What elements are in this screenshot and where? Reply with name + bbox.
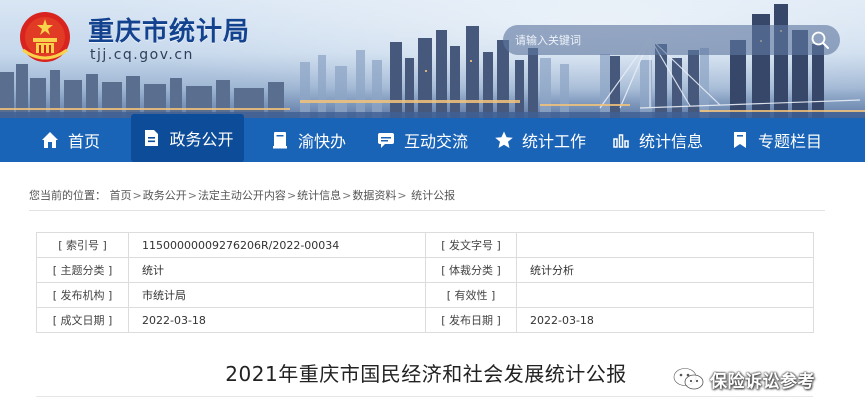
- breadcrumb-link-gov-affairs[interactable]: 政务公开: [143, 189, 187, 202]
- nav-label-gov-affairs: 政务公开: [169, 130, 234, 149]
- nav-item-stat-work[interactable]: 统计工作: [494, 118, 586, 162]
- meta-value-validity: [516, 282, 814, 308]
- meta-key-written-date: [ 成文日期 ]: [36, 307, 129, 333]
- table-row: [ 发布机构 ] 市统计局 [ 有效性 ]: [36, 282, 814, 308]
- meta-value-doc-no: [516, 232, 814, 258]
- document-meta-table: [ 索引号 ] 11500000009276206R/2022-00034 [ …: [36, 232, 814, 333]
- meta-value-index-no: 11500000009276206R/2022-00034: [128, 232, 426, 258]
- nav-label-interaction: 互动交流: [404, 132, 469, 151]
- bar-chart-icon: [613, 134, 629, 148]
- government-emblem-logo: [20, 12, 70, 62]
- site-domain: tjj.cq.gov.cn: [90, 47, 194, 63]
- meta-value-publisher: 市统计局: [128, 282, 426, 308]
- book-icon: [273, 132, 287, 149]
- wechat-icon: [672, 367, 704, 390]
- table-row: [ 成文日期 ] 2022-03-18 [ 发布日期 ] 2022-03-18: [36, 307, 814, 333]
- meta-value-publish-date: 2022-03-18: [516, 307, 814, 333]
- document-icon: [145, 130, 159, 146]
- search-box: [503, 25, 840, 55]
- meta-key-doc-no: [ 发文字号 ]: [425, 232, 517, 258]
- bookmark-icon: [734, 132, 746, 148]
- meta-key-publisher: [ 发布机构 ]: [36, 282, 129, 308]
- table-row: [ 索引号 ] 11500000009276206R/2022-00034 [ …: [36, 232, 814, 258]
- breadcrumb-separator: >: [132, 189, 142, 202]
- breadcrumb-link-data[interactable]: 数据资料: [352, 189, 396, 202]
- search-input[interactable]: [515, 25, 795, 55]
- nav-label-stat-info: 统计信息: [639, 132, 704, 151]
- meta-key-genre: [ 体裁分类 ]: [425, 257, 517, 283]
- chat-icon: [378, 133, 394, 148]
- meta-value-topic: 统计: [128, 257, 426, 283]
- search-icon[interactable]: [810, 30, 830, 50]
- nav-item-gov-affairs[interactable]: 政务公开: [131, 114, 244, 162]
- breadcrumb: 您当前的位置： 首页>政务公开>法定主动公开内容>统计信息>数据资料> 统计公报: [29, 187, 825, 211]
- nav-label-home: 首页: [68, 132, 101, 151]
- breadcrumb-separator: >: [342, 189, 352, 202]
- title-divider: [36, 396, 813, 397]
- meta-value-genre: 统计分析: [516, 257, 814, 283]
- breadcrumb-label: 您当前的位置：: [29, 189, 106, 202]
- breadcrumb-link-stat-bulletin[interactable]: 统计公报: [411, 189, 455, 202]
- nav-item-home[interactable]: 首页: [40, 118, 100, 162]
- meta-key-index-no: [ 索引号 ]: [36, 232, 129, 258]
- wechat-watermark: 保险诉讼参考: [672, 366, 815, 392]
- watermark-text: 保险诉讼参考: [710, 371, 815, 392]
- table-row: [ 主题分类 ] 统计 [ 体裁分类 ] 统计分析: [36, 257, 814, 283]
- nav-item-yukuaiban[interactable]: 渝快办: [270, 118, 346, 162]
- breadcrumb-link-legal-disclosure[interactable]: 法定主动公开内容: [198, 189, 286, 202]
- meta-key-validity: [ 有效性 ]: [425, 282, 517, 308]
- breadcrumb-link-stat-info[interactable]: 统计信息: [297, 189, 341, 202]
- meta-value-written-date: 2022-03-18: [128, 307, 426, 333]
- breadcrumb-separator: >: [397, 189, 407, 202]
- site-title: 重庆市统计局: [88, 17, 251, 47]
- nav-item-interaction[interactable]: 互动交流: [376, 118, 468, 162]
- nav-label-special: 专题栏目: [758, 132, 823, 151]
- nav-label-stat-work: 统计工作: [522, 132, 587, 151]
- meta-key-publish-date: [ 发布日期 ]: [425, 307, 517, 333]
- star-icon: [495, 131, 513, 148]
- header-banner: 重庆市统计局 tjj.cq.gov.cn: [0, 0, 865, 118]
- breadcrumb-separator: >: [286, 189, 297, 202]
- meta-key-topic: [ 主题分类 ]: [36, 257, 129, 283]
- home-icon: [42, 132, 58, 148]
- nav-item-stat-info[interactable]: 统计信息: [611, 118, 703, 162]
- main-nav: 首页 政务公开 渝快办 互动交流 统计工作 统计信息 专题栏目: [0, 114, 865, 162]
- breadcrumb-separator: >: [187, 189, 197, 202]
- breadcrumb-link-home[interactable]: 首页: [110, 189, 132, 202]
- nav-label-yukuaiban: 渝快办: [298, 132, 347, 151]
- nav-item-special[interactable]: 专题栏目: [730, 118, 822, 162]
